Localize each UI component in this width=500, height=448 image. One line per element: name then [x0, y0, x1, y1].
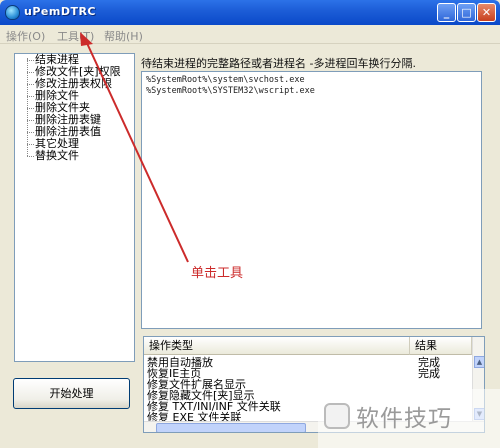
tree-branch	[27, 60, 34, 61]
watermark: 软件技巧	[318, 389, 500, 448]
watermark-logo-icon	[324, 403, 350, 429]
menu-bar: 操作(O) 工具(T) 帮助(H)	[0, 25, 500, 44]
tree-branch	[27, 132, 34, 133]
tree-item-replace-file[interactable]: 替换文件	[35, 150, 79, 162]
process-path-textarea[interactable]: %SystemRoot%\system\svchost.exe %SystemR…	[141, 71, 482, 329]
menu-operate[interactable]: 操作(O)	[6, 28, 45, 44]
scroll-up-icon[interactable]: ▲	[474, 356, 484, 368]
tree-branch	[27, 108, 34, 109]
tree-branch	[27, 72, 34, 73]
menu-help[interactable]: 帮助(H)	[104, 28, 143, 44]
window-title: uPemDTRC	[24, 5, 96, 18]
column-header-result[interactable]: 结果	[410, 337, 472, 355]
tree-branch	[27, 84, 34, 85]
process-path-label: 待结束进程的完整路径或者进程名 -多进程回车换行分隔.	[141, 57, 416, 70]
app-shield-icon	[5, 5, 20, 20]
horizontal-scroll-thumb[interactable]	[156, 423, 306, 432]
tree-branch	[27, 120, 34, 121]
path-line: %SystemRoot%\system\svchost.exe	[146, 75, 305, 85]
watermark-text: 软件技巧	[356, 406, 452, 432]
tree-branch	[27, 144, 34, 145]
path-line: %SystemRoot%\SYSTEM32\wscript.exe	[146, 86, 315, 96]
annotation-label: 单击工具	[191, 266, 244, 281]
start-process-button[interactable]: 开始处理	[13, 378, 130, 409]
close-button[interactable]: ✕	[477, 3, 496, 22]
task-tree: 结束进程 修改文件[夹]权限 修改注册表权限 删除文件 删除文件夹 删除注册表键…	[14, 53, 135, 362]
maximize-button[interactable]: □	[457, 3, 476, 22]
minimize-button[interactable]: _	[437, 3, 456, 22]
menu-tools[interactable]: 工具(T)	[57, 28, 94, 44]
tree-branch	[27, 96, 34, 97]
tree-branch	[27, 156, 34, 157]
column-header-type[interactable]: 操作类型	[144, 337, 410, 355]
table-cell-result: 完成	[418, 367, 440, 380]
title-bar: uPemDTRC _ □ ✕	[0, 0, 500, 25]
